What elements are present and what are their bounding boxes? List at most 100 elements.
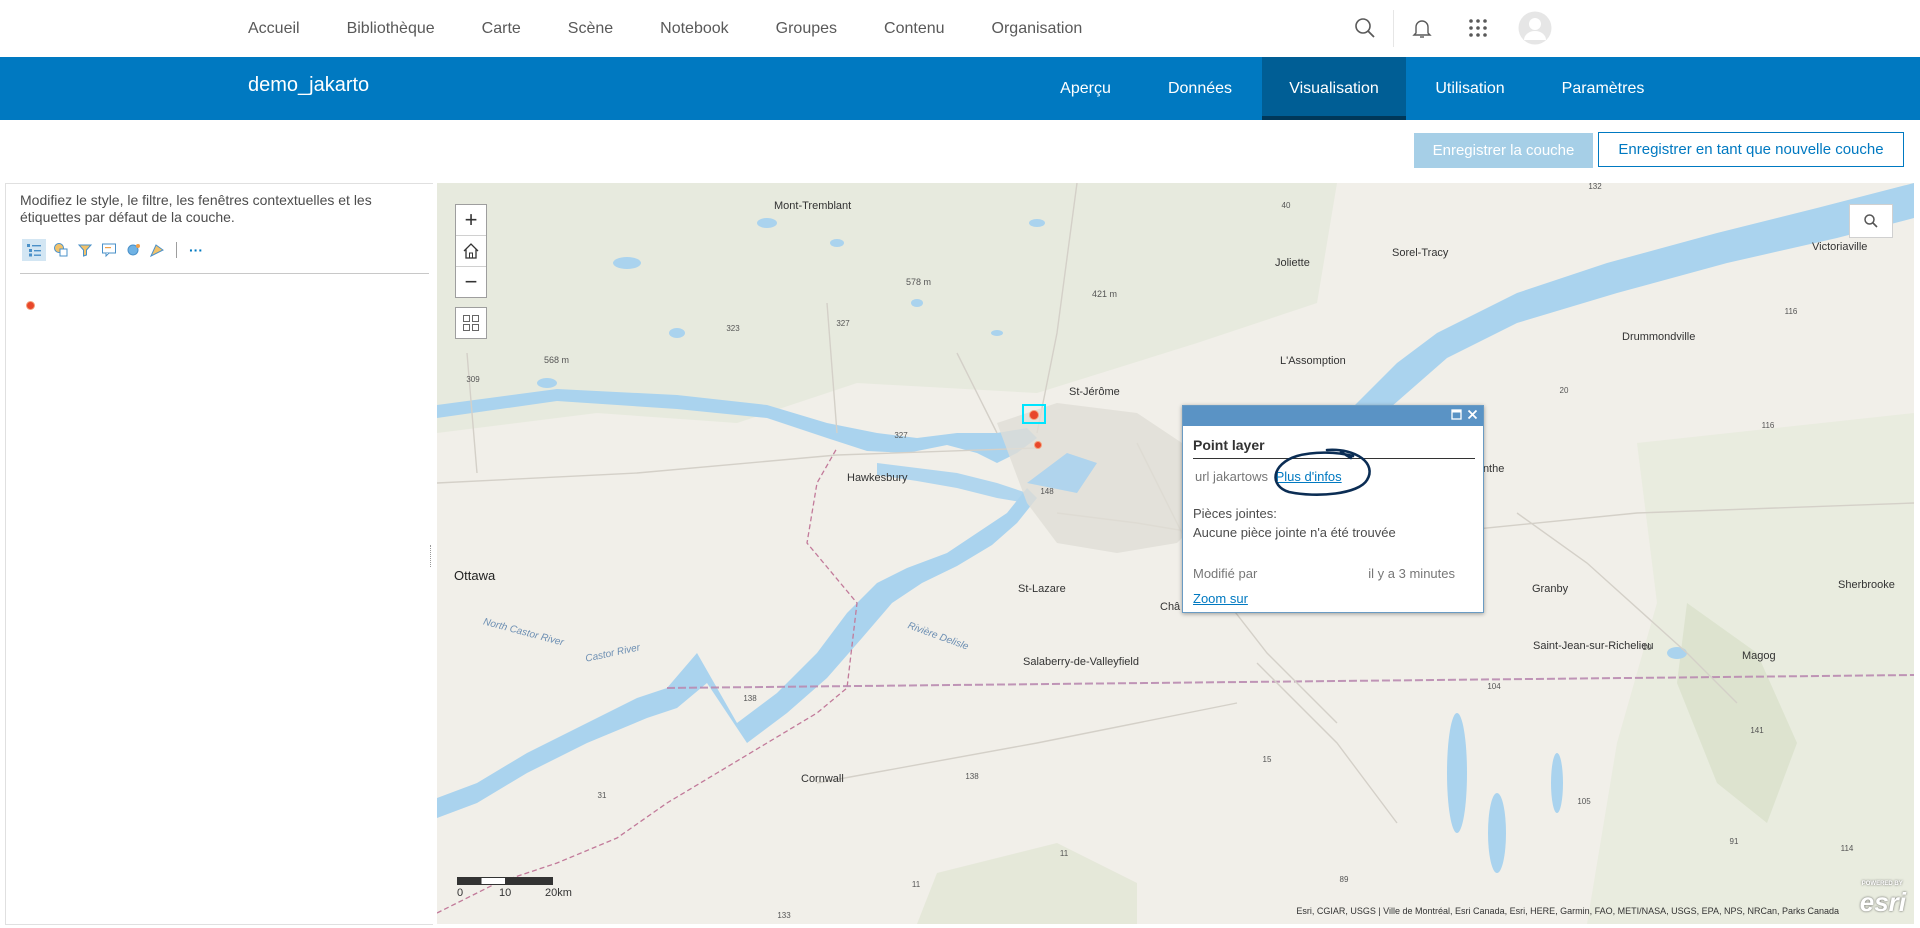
map-label-elev-568: 568 m xyxy=(544,355,570,365)
highway-shield: 105 xyxy=(1577,797,1591,806)
search-icon[interactable] xyxy=(1353,16,1377,40)
tab-apercu[interactable]: Aperçu xyxy=(1036,57,1135,120)
nav-item-contenu[interactable]: Contenu xyxy=(884,20,945,38)
highway-shield: 327 xyxy=(894,431,908,440)
map-label-hawkesbury: Hawkesbury xyxy=(847,472,908,484)
map-label-sorel-tracy: Sorel-Tracy xyxy=(1392,247,1449,259)
map-label-magog: Magog xyxy=(1742,650,1776,662)
highway-shield: 11 xyxy=(1059,849,1069,858)
highway-shield: 141 xyxy=(1750,726,1764,735)
labels-icon[interactable] xyxy=(148,241,166,259)
highway-shield: 148 xyxy=(1040,487,1054,496)
highway-shield: 11 xyxy=(911,880,921,889)
attachments-label: Pièces jointes: xyxy=(1193,506,1277,521)
scale-label: 10 xyxy=(499,887,512,899)
zoom-control: + − xyxy=(455,204,487,298)
highway-shield: 40 xyxy=(1281,201,1291,210)
panel-divider xyxy=(20,273,429,274)
layer-list-icon[interactable] xyxy=(22,239,46,261)
highway-shield: 323 xyxy=(726,324,740,333)
highway-shield: 309 xyxy=(466,375,480,384)
layer-options-panel: Modifiez le style, le filtre, les fenêtr… xyxy=(5,183,433,925)
close-icon[interactable] xyxy=(1465,408,1480,423)
home-icon xyxy=(463,243,479,259)
map-label-st-lazare: St-Lazare xyxy=(1018,583,1066,595)
zoom-out-button[interactable]: − xyxy=(456,266,486,297)
map-label-sherbrooke: Sherbrooke xyxy=(1838,579,1895,591)
highway-shield: 114 xyxy=(1840,844,1854,853)
popup-url-label: url jakartow xyxy=(1195,469,1262,484)
basemap-gallery-icon xyxy=(463,315,479,331)
hand-drawn-circle-annotation xyxy=(1274,448,1371,496)
popup-config-icon[interactable] xyxy=(100,241,118,259)
highway-shield: 15 xyxy=(1262,755,1272,764)
item-title: demo_jakarto xyxy=(248,74,370,96)
attachments-empty-message: Aucune pièce jointe n'a été trouvée xyxy=(1193,525,1396,540)
map-label-victoriaville: Victoriaville xyxy=(1812,241,1868,253)
bell-icon[interactable] xyxy=(1410,16,1434,40)
tab-parametres[interactable]: Paramètres xyxy=(1550,57,1656,120)
highway-shield: 89 xyxy=(1339,875,1349,884)
tab-donnees[interactable]: Données xyxy=(1145,57,1255,120)
popup-attachments: Pièces jointes: Aucune pièce jointe n'a … xyxy=(1193,504,1396,542)
panel-description: Modifiez le style, le filtre, les fenêtr… xyxy=(20,192,372,225)
map-search-button[interactable] xyxy=(1849,204,1893,238)
basemap-gallery-button[interactable] xyxy=(455,307,487,339)
nav-item-organisation[interactable]: Organisation xyxy=(992,20,1083,38)
map-label-mont-tremblant: Mont-Tremblant xyxy=(774,200,852,212)
nav-item-notebook[interactable]: Notebook xyxy=(660,20,729,38)
zoom-in-button[interactable]: + xyxy=(456,205,486,235)
map-view[interactable]: Mont-Tremblant Joliette Sorel-Tracy Vict… xyxy=(437,183,1914,924)
tab-visualisation[interactable]: Visualisation xyxy=(1262,57,1406,120)
nav-divider xyxy=(1393,10,1394,47)
nav-item-carte[interactable]: Carte xyxy=(482,20,521,38)
tab-utilisation[interactable]: Utilisation xyxy=(1414,57,1526,120)
avatar[interactable] xyxy=(1518,11,1552,45)
cluster-icon[interactable] xyxy=(124,241,142,259)
nav-item-groupes[interactable]: Groupes xyxy=(776,20,837,38)
nav-item-accueil[interactable]: Accueil xyxy=(248,20,300,38)
highway-shield: 31 xyxy=(597,791,607,800)
scale-bar: 0 10 20km xyxy=(457,877,572,899)
map-label-chateauguay: Châ xyxy=(1160,601,1181,613)
panel-toolbar: ··· xyxy=(22,239,205,261)
esri-wordmark: esri xyxy=(1859,887,1906,917)
highway-shield: 10 xyxy=(1642,643,1652,652)
toolbar-divider xyxy=(176,242,177,258)
map-label-st-jerome: St-Jérôme xyxy=(1069,386,1120,398)
more-options-icon[interactable]: ··· xyxy=(187,241,205,259)
modified-value: il y a 3 minutes xyxy=(1368,566,1455,581)
top-navigation: Accueil Bibliothèque Carte Scène Noteboo… xyxy=(0,0,1920,58)
style-icon[interactable] xyxy=(52,241,70,259)
save-layer-button[interactable]: Enregistrer la couche xyxy=(1414,133,1593,168)
highway-shield: 116 xyxy=(1761,421,1775,430)
map-label-joliette: Joliette xyxy=(1275,257,1310,269)
item-header: demo_jakarto Aperçu Données Visualisatio… xyxy=(0,57,1920,120)
nav-item-bibliotheque[interactable]: Bibliothèque xyxy=(347,20,435,38)
zoom-to-link[interactable]: Zoom sur xyxy=(1193,591,1248,606)
popup-header xyxy=(1183,406,1483,426)
nav-item-scene[interactable]: Scène xyxy=(568,20,613,38)
feature-popup: Point layer url jakartows Plus d'infos P… xyxy=(1182,405,1484,613)
save-as-new-layer-button[interactable]: Enregistrer en tant que nouvelle couche xyxy=(1598,132,1904,167)
scale-label: 0 xyxy=(457,887,464,899)
map-label-cornwall: Cornwall xyxy=(801,773,844,785)
home-button[interactable] xyxy=(456,235,486,266)
filter-icon[interactable] xyxy=(76,241,94,259)
map-label-salaberry: Salaberry-de-Valleyfield xyxy=(1023,656,1139,668)
map-label-drummondville: Drummondville xyxy=(1622,331,1696,343)
highway-shield: 20 xyxy=(1559,386,1569,395)
highway-shield: 133 xyxy=(777,911,791,920)
nav-links: Accueil Bibliothèque Carte Scène Noteboo… xyxy=(248,0,1129,57)
map-label-granby: Granby xyxy=(1532,583,1569,595)
apps-grid-icon[interactable] xyxy=(1466,16,1490,40)
map-attribution[interactable]: Esri, CGIAR, USGS | Ville de Montréal, E… xyxy=(1296,906,1839,916)
highway-shield: 91 xyxy=(1729,837,1739,846)
popup-title: Point layer xyxy=(1193,437,1265,453)
highway-shield: 138 xyxy=(743,694,757,703)
map-label-elev-421: 421 m xyxy=(1092,289,1118,299)
search-icon xyxy=(1864,214,1878,228)
maximize-icon[interactable] xyxy=(1449,408,1464,423)
map-label-saint-jean: Saint-Jean-sur-Richelieu xyxy=(1533,640,1654,652)
panel-resize-handle[interactable] xyxy=(430,545,434,567)
